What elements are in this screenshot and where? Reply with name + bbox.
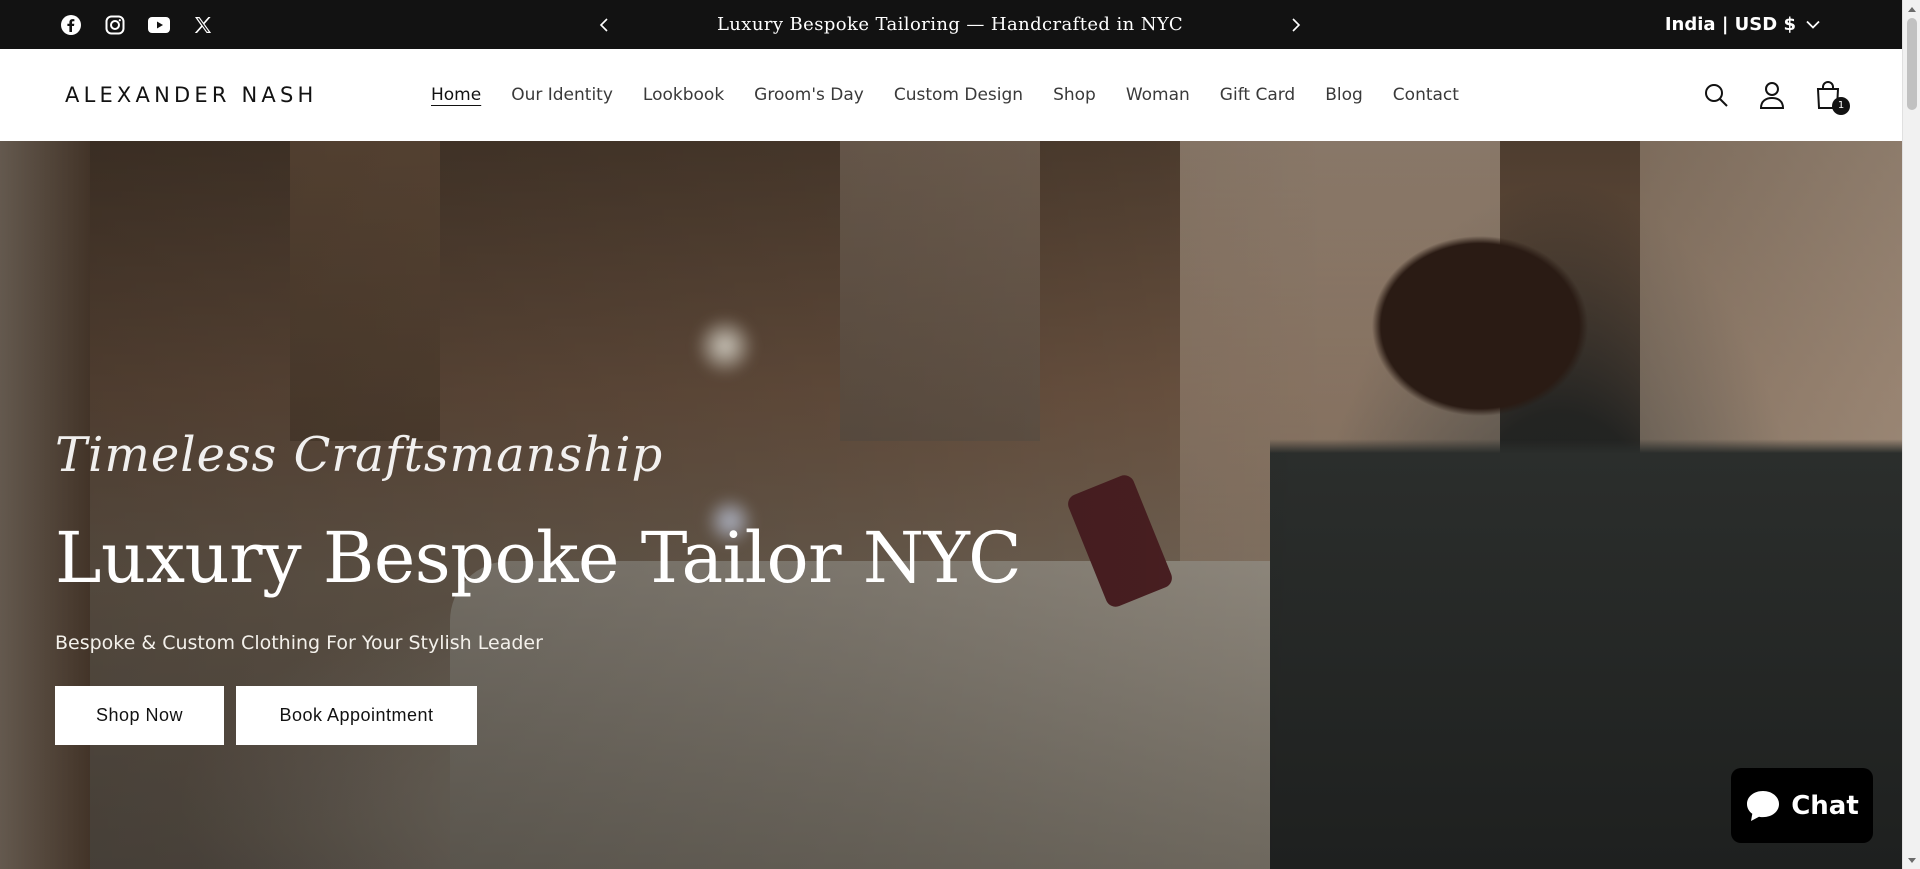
facebook-icon[interactable] xyxy=(60,14,82,36)
hero-banner: Timeless Craftsmanship Luxury Bespoke Ta… xyxy=(0,141,1902,869)
chat-button[interactable]: Chat xyxy=(1731,768,1873,843)
main-nav: Home Our Identity Lookbook Groom's Day C… xyxy=(431,49,1459,141)
hero-subtitle: Bespoke & Custom Clothing For Your Styli… xyxy=(55,632,543,654)
announcement-next-button[interactable] xyxy=(1283,12,1309,38)
youtube-icon[interactable] xyxy=(148,14,170,36)
account-icon[interactable] xyxy=(1758,81,1786,109)
header-icons: 1 xyxy=(1702,49,1850,141)
nav-item-lookbook[interactable]: Lookbook xyxy=(643,85,724,105)
nav-item-home[interactable]: Home xyxy=(431,85,481,105)
nav-item-woman[interactable]: Woman xyxy=(1126,85,1190,105)
cart-icon[interactable]: 1 xyxy=(1814,81,1850,115)
scroll-up-arrow-icon[interactable] xyxy=(1903,0,1920,17)
x-twitter-icon[interactable] xyxy=(192,14,214,36)
chevron-left-icon xyxy=(599,18,608,32)
announcement-text: Luxury Bespoke Tailoring — Handcrafted i… xyxy=(716,14,1184,35)
nav-item-contact[interactable]: Contact xyxy=(1393,85,1459,105)
cart-count-badge: 1 xyxy=(1832,97,1850,115)
book-appointment-button[interactable]: Book Appointment xyxy=(236,686,477,745)
instagram-icon[interactable] xyxy=(104,14,126,36)
locale-label: India | USD $ xyxy=(1664,14,1796,35)
scroll-down-arrow-icon[interactable] xyxy=(1903,852,1920,869)
chat-bubble-icon xyxy=(1747,790,1780,821)
announcement-prev-button[interactable] xyxy=(591,12,617,38)
shop-now-button[interactable]: Shop Now xyxy=(55,686,224,745)
nav-item-custom-design[interactable]: Custom Design xyxy=(894,85,1023,105)
chevron-right-icon xyxy=(1292,18,1301,32)
social-links xyxy=(60,0,214,49)
hero-buttons: Shop Now Book Appointment xyxy=(55,686,477,745)
nav-item-our-identity[interactable]: Our Identity xyxy=(511,85,613,105)
page-scrollbar[interactable] xyxy=(1902,0,1920,869)
hero-content: Timeless Craftsmanship Luxury Bespoke Ta… xyxy=(55,141,1055,869)
nav-item-gift-card[interactable]: Gift Card xyxy=(1220,85,1295,105)
announcement-bar: Luxury Bespoke Tailoring — Handcrafted i… xyxy=(0,0,1902,49)
country-currency-selector[interactable]: India | USD $ xyxy=(1665,0,1820,49)
nav-item-shop[interactable]: Shop xyxy=(1053,85,1096,105)
scrollbar-thumb[interactable] xyxy=(1907,18,1917,110)
chevron-down-icon xyxy=(1806,20,1820,29)
logo[interactable]: ALEXANDER NASH xyxy=(65,49,318,141)
hero-title: Luxury Bespoke Tailor NYC xyxy=(55,517,1022,599)
hero-tagline: Timeless Craftsmanship xyxy=(55,427,664,483)
site-header: ALEXANDER NASH Home Our Identity Lookboo… xyxy=(0,49,1902,141)
nav-item-blog[interactable]: Blog xyxy=(1325,85,1363,105)
chat-label: Chat xyxy=(1791,790,1859,821)
search-icon[interactable] xyxy=(1702,81,1730,109)
nav-item-grooms-day[interactable]: Groom's Day xyxy=(754,85,864,105)
